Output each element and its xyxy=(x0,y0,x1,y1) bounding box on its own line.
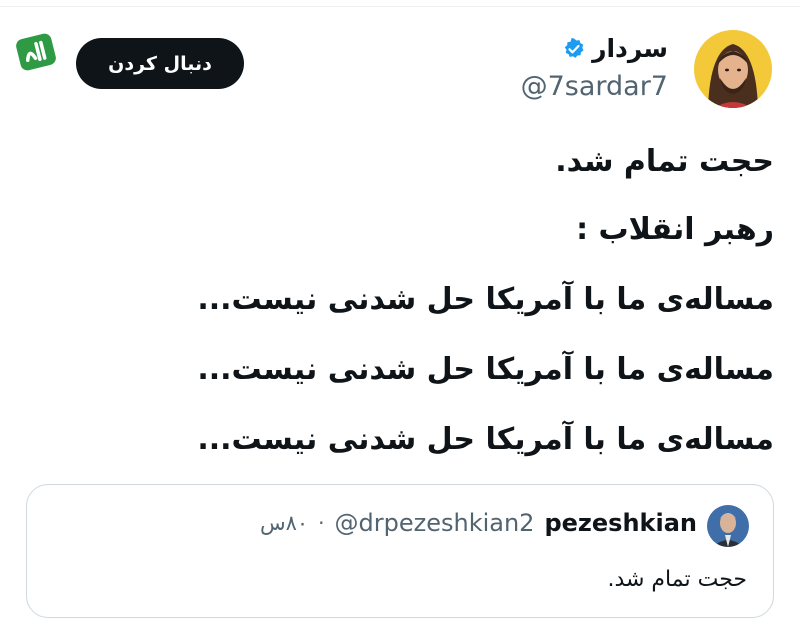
quoted-handle[interactable]: @drpezeshkian2 xyxy=(335,509,535,537)
separator-dot: · xyxy=(318,511,325,535)
quoted-timestamp[interactable]: ۸۰س xyxy=(260,511,308,535)
quoted-text: حجت تمام شد. xyxy=(607,567,747,592)
tweet-line: مساله‌ی ما با آمریکا حل شدنی نیست... xyxy=(197,282,774,317)
display-name[interactable]: سردار xyxy=(592,34,668,64)
tweet-line: مساله‌ی ما با آمریکا حل شدنی نیست... xyxy=(197,422,774,457)
top-divider xyxy=(0,6,800,7)
quoted-header: ۸۰س · @drpezeshkian2 pezeshkian xyxy=(260,509,697,537)
user-name-row: سردار xyxy=(562,34,668,64)
follow-button[interactable]: دنبال کردن xyxy=(76,38,244,89)
brand-logo-icon xyxy=(12,28,60,76)
verified-badge-icon xyxy=(562,37,586,61)
quoted-avatar[interactable] xyxy=(707,505,749,547)
quoted-display-name[interactable]: pezeshkian xyxy=(544,509,697,537)
tweet-line: رهبر انقلاب : xyxy=(576,212,774,247)
tweet-line: مساله‌ی ما با آمریکا حل شدنی نیست... xyxy=(197,352,774,387)
user-handle[interactable]: @7sardar7 xyxy=(521,70,668,104)
quoted-tweet-card[interactable]: ۸۰س · @drpezeshkian2 pezeshkian حجت تمام… xyxy=(26,484,774,618)
tweet-line: حجت تمام شد. xyxy=(555,144,774,179)
avatar[interactable] xyxy=(694,30,772,108)
